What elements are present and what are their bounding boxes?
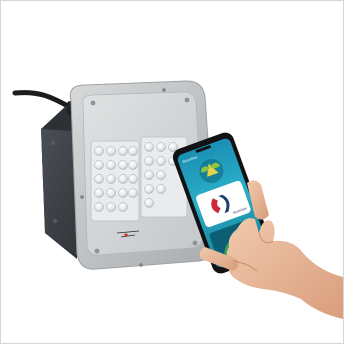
power-cable [12,90,76,112]
product-scene: Illumitex Illumitex [12,80,343,319]
product-photo-frame: Illumitex Illumitex [0,0,344,344]
